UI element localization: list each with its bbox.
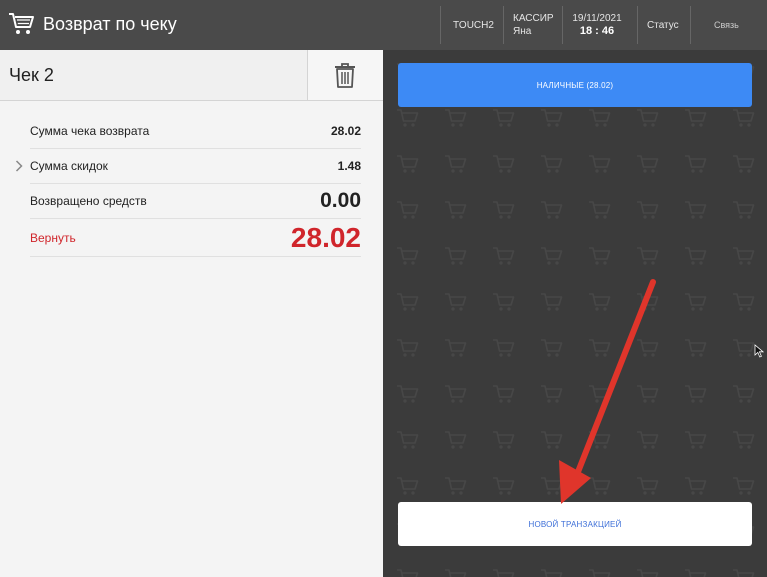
- cart-icon: [9, 13, 34, 34]
- top-bar: Возврат по чеку TOUCH2 КАССИР Яна 19/11/…: [0, 0, 767, 50]
- refund-total-value: 28.02: [330, 124, 361, 138]
- refund-total-label: Сумма чека возврата: [30, 124, 150, 138]
- header-divider: [440, 6, 441, 44]
- returned-value: 0.00: [320, 189, 361, 212]
- cashier-name: Яна: [513, 26, 532, 37]
- returned-label: Возвращено средств: [30, 194, 147, 208]
- date-text: 19/11/2021: [572, 13, 622, 24]
- refund-summary: Сумма чека возврата 28.02 Сумма скидок 1…: [15, 114, 361, 257]
- header-divider: [637, 6, 638, 44]
- returned-row: Возвращено средств 0.00: [30, 184, 361, 219]
- discount-label: Сумма скидок: [30, 159, 108, 173]
- header-divider: [503, 6, 504, 44]
- page-title: Возврат по чеку: [43, 14, 177, 34]
- delete-check-button[interactable]: [307, 50, 384, 100]
- receipt-panel: Чек 2 Сумма чека возврата 28.02 Сумма ск…: [0, 50, 384, 577]
- status-label: Статус: [647, 19, 679, 31]
- connection-button[interactable]: Связь: [714, 0, 739, 50]
- payment-panel: НАЛИЧНЫЕ (28.02) НОВОЙ ТРАНЗАКЦИЕЙ: [383, 50, 767, 577]
- chevron-right-icon[interactable]: [15, 160, 23, 172]
- trash-icon: [335, 63, 355, 88]
- terminal-id: TOUCH2: [453, 0, 494, 50]
- new-transaction-button[interactable]: НОВОЙ ТРАНЗАКЦИЕЙ: [398, 502, 752, 546]
- header-divider: [562, 6, 563, 44]
- discount-value: 1.48: [337, 159, 361, 173]
- check-title: Чек 2: [9, 65, 54, 85]
- to-return-row: Вернуть 28.02: [30, 219, 361, 257]
- check-header: Чек 2: [0, 50, 384, 101]
- cashier-label: КАССИР: [513, 13, 554, 24]
- date-time: 19/11/2021 18 : 46: [567, 0, 627, 50]
- discount-row[interactable]: Сумма скидок 1.48: [15, 149, 361, 184]
- terminal-label: TOUCH2: [453, 19, 494, 31]
- cash-payment-button[interactable]: НАЛИЧНЫЕ (28.02): [398, 63, 752, 107]
- refund-total-row: Сумма чека возврата 28.02: [30, 114, 361, 149]
- time-text: 18 : 46: [579, 25, 615, 37]
- to-return-label: Вернуть: [30, 230, 76, 245]
- cashier-info: КАССИР Яна: [513, 0, 554, 50]
- to-return-value: 28.02: [290, 221, 361, 253]
- cart-pattern-background: [383, 50, 767, 577]
- header-divider: [690, 6, 691, 44]
- status-button[interactable]: Статус: [647, 0, 679, 50]
- connection-label: Связь: [714, 19, 739, 30]
- mouse-pointer-icon: [754, 344, 764, 358]
